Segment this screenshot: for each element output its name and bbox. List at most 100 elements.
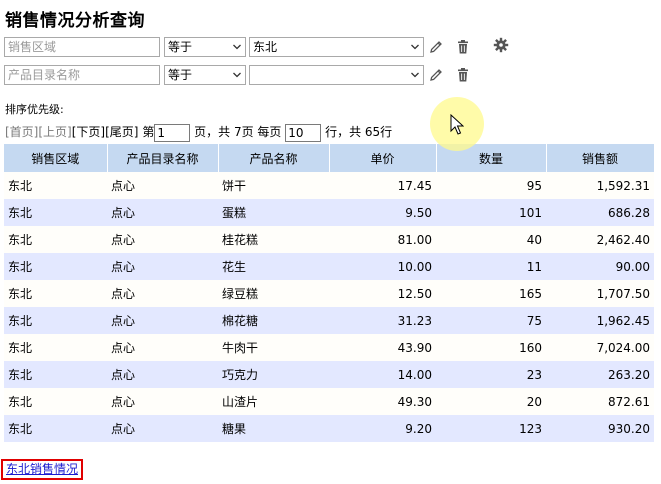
- table-cell: 123: [436, 415, 546, 442]
- field-input-region[interactable]: 销售区域: [4, 37, 160, 57]
- page-suffix: 页，共 7页 每页: [194, 125, 282, 139]
- table-cell: 81.00: [329, 226, 436, 253]
- prev-page-link[interactable]: [上页]: [38, 125, 71, 139]
- chevron-down-icon: [233, 44, 241, 50]
- next-page-link[interactable]: [下页]: [72, 125, 105, 139]
- page-prefix: 第: [142, 125, 155, 139]
- table-cell: 95: [436, 172, 546, 199]
- table-cell: 点心: [107, 226, 218, 253]
- table-row[interactable]: 东北 点心 糖果 9.20 123 930.20: [4, 415, 654, 442]
- table-cell: 巧克力: [218, 361, 329, 388]
- table-cell: 东北: [4, 361, 107, 388]
- gear-icon[interactable]: [493, 37, 509, 53]
- table-cell: 23: [436, 361, 546, 388]
- mouse-cursor-icon: [450, 114, 464, 135]
- table-row[interactable]: 东北 点心 花生 10.00 11 90.00: [4, 253, 654, 280]
- sort-priority-label: 排序优先级:: [5, 103, 64, 116]
- table-cell: 7,024.00: [546, 334, 654, 361]
- table-cell: 686.28: [546, 199, 654, 226]
- table-cell: 饼干: [218, 172, 329, 199]
- table-cell: 点心: [107, 307, 218, 334]
- table-cell: 东北: [4, 172, 107, 199]
- value-text: 东北: [253, 40, 278, 54]
- table-cell: 东北: [4, 226, 107, 253]
- pencil-icon[interactable]: [428, 39, 444, 55]
- pencil-icon[interactable]: [428, 67, 444, 83]
- table-cell: 930.20: [546, 415, 654, 442]
- table-cell: 糖果: [218, 415, 329, 442]
- table-cell: 9.50: [329, 199, 436, 226]
- table-cell: 山渣片: [218, 388, 329, 415]
- table-cell: 桂花糕: [218, 226, 329, 253]
- table-cell: 东北: [4, 415, 107, 442]
- results-table: 销售区域 产品目录名称 产品名称 单价 数量 销售额 东北 点心 饼干 17.45 95…: [4, 144, 655, 442]
- table-row[interactable]: 东北 点心 棉花糖 31.23 75 1,962.45: [4, 307, 654, 334]
- table-cell: 43.90: [329, 334, 436, 361]
- operator-value: 等于: [168, 40, 193, 54]
- table-cell: 11: [436, 253, 546, 280]
- table-row[interactable]: 东北 点心 山渣片 49.30 20 872.61: [4, 388, 654, 415]
- chevron-down-icon: [411, 44, 419, 50]
- operator-select-1[interactable]: 等于: [164, 37, 246, 57]
- column-header[interactable]: 销售额: [546, 144, 655, 172]
- page-number-input[interactable]: 1: [154, 123, 191, 142]
- value-select-2[interactable]: [249, 65, 424, 85]
- page-title: 销售情况分析查询: [5, 11, 145, 31]
- table-cell: 花生: [218, 253, 329, 280]
- table-row[interactable]: 东北 点心 桂花糕 81.00 40 2,462.40: [4, 226, 654, 253]
- table-cell: 东北: [4, 334, 107, 361]
- table-cell: 101: [436, 199, 546, 226]
- column-header[interactable]: 产品名称: [218, 144, 330, 172]
- table-cell: 东北: [4, 307, 107, 334]
- column-header[interactable]: 产品目录名称: [107, 144, 219, 172]
- table-cell: 14.00: [329, 361, 436, 388]
- table-cell: 165: [436, 280, 546, 307]
- table-cell: 点心: [107, 415, 218, 442]
- table-cell: 点心: [107, 361, 218, 388]
- table-cell: 49.30: [329, 388, 436, 415]
- trash-icon[interactable]: [455, 67, 471, 83]
- table-cell: 12.50: [329, 280, 436, 307]
- table-cell: 点心: [107, 388, 218, 415]
- table-row[interactable]: 东北 点心 饼干 17.45 95 1,592.31: [4, 172, 654, 199]
- footer-link-northeast-sales[interactable]: 东北销售情况: [1, 459, 84, 480]
- table-cell: 东北: [4, 280, 107, 307]
- table-cell: 点心: [107, 253, 218, 280]
- value-select-1[interactable]: 东北: [249, 37, 424, 57]
- table-row[interactable]: 东北 点心 绿豆糕 12.50 165 1,707.50: [4, 280, 654, 307]
- column-header[interactable]: 单价: [329, 144, 437, 172]
- table-cell: 蛋糕: [218, 199, 329, 226]
- table-cell: 75: [436, 307, 546, 334]
- rows-per-page-input[interactable]: 10: [285, 123, 322, 142]
- table-header-row: 销售区域 产品目录名称 产品名称 单价 数量 销售额: [4, 144, 655, 172]
- table-cell: 2,462.40: [546, 226, 654, 253]
- chevron-down-icon: [233, 72, 241, 78]
- table-cell: 点心: [107, 172, 218, 199]
- table-cell: 1,707.50: [546, 280, 654, 307]
- table-cell: 17.45: [329, 172, 436, 199]
- table-cell: 东北: [4, 253, 107, 280]
- table-cell: 1,592.31: [546, 172, 654, 199]
- table-cell: 绿豆糕: [218, 280, 329, 307]
- pager: [首页][上页][下页][尾页] 第1 页，共 7页 每页 10 行，共 65行: [5, 123, 392, 143]
- table-row[interactable]: 东北 点心 巧克力 14.00 23 263.20: [4, 361, 654, 388]
- first-page-link[interactable]: [首页]: [5, 125, 38, 139]
- operator-value: 等于: [168, 68, 193, 82]
- table-cell: 棉花糖: [218, 307, 329, 334]
- table-cell: 31.23: [329, 307, 436, 334]
- field-input-category[interactable]: 产品目录名称: [4, 65, 160, 85]
- table-row[interactable]: 东北 点心 蛋糕 9.50 101 686.28: [4, 199, 654, 226]
- table-cell: 9.20: [329, 415, 436, 442]
- table-cell: 点心: [107, 199, 218, 226]
- last-page-link[interactable]: [尾页]: [105, 125, 138, 139]
- table-cell: 40: [436, 226, 546, 253]
- column-header[interactable]: 销售区域: [4, 144, 108, 172]
- table-cell: 872.61: [546, 388, 654, 415]
- table-cell: 20: [436, 388, 546, 415]
- chevron-down-icon: [411, 72, 419, 78]
- table-cell: 点心: [107, 334, 218, 361]
- operator-select-2[interactable]: 等于: [164, 65, 246, 85]
- table-cell: 10.00: [329, 253, 436, 280]
- table-row[interactable]: 东北 点心 牛肉干 43.90 160 7,024.00: [4, 334, 654, 361]
- trash-icon[interactable]: [455, 39, 471, 55]
